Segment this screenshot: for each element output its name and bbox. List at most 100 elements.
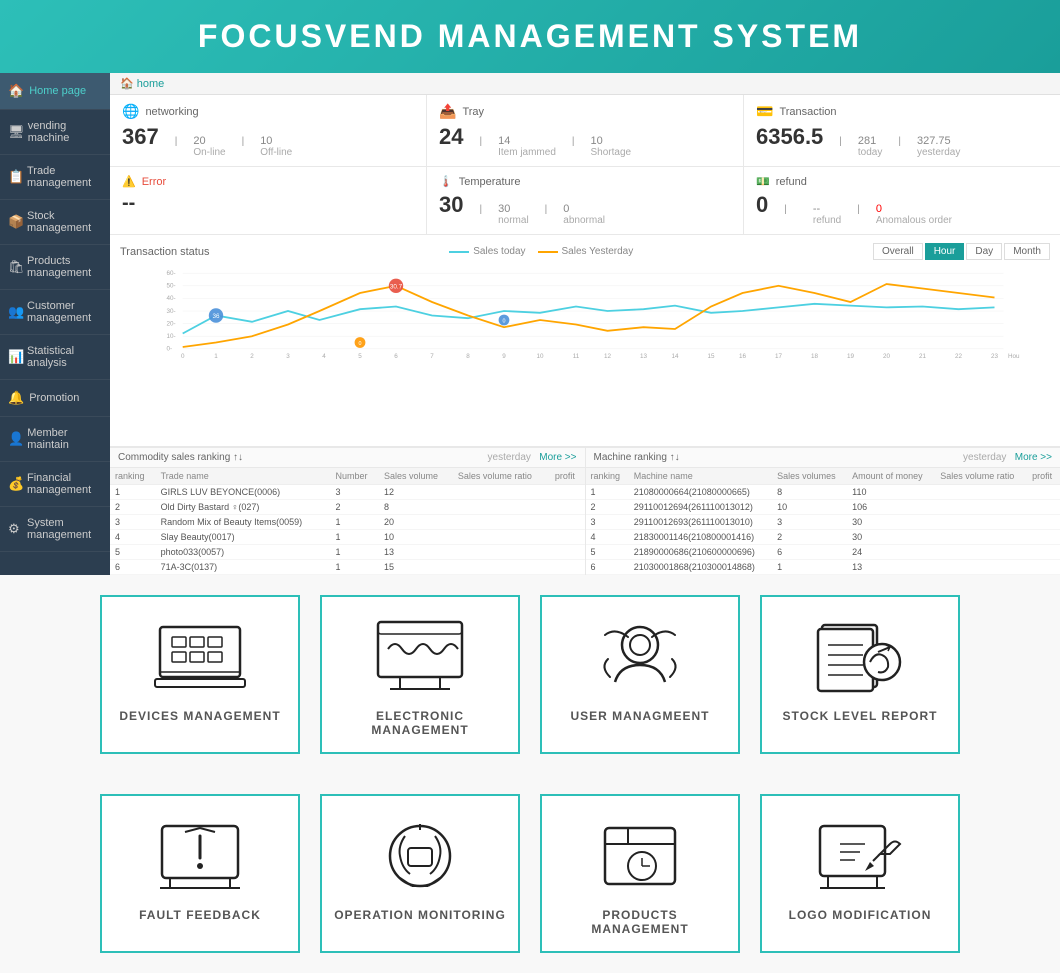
col-m-profit: profit [1027,468,1060,485]
col-m-ratio: Sales volume ratio [935,468,1027,485]
table-row: 121080000664(21080000665)8110 [586,485,1060,500]
sidebar-item-vending[interactable]: 🖥 vending machine [0,110,110,155]
sidebar-item-member[interactable]: 👤 Member maintain [0,417,110,462]
stat-refund-anomalous: Anomalous order [876,215,952,226]
card-stock-label: STOCK LEVEL REPORT [783,709,938,723]
dashboard: 🏠 home 🌐 networking 367 | 20 On-line [110,73,1060,575]
stat-temp-label: Temperature [459,176,521,188]
svg-text:20: 20 [883,353,891,360]
chart-buttons: Overall Hour Day Month [873,243,1050,260]
stat-temperature: 🌡️ Temperature 30 | 30 normal | 0 ab [427,167,744,234]
svg-text:10: 10 [536,353,544,360]
svg-text:40-: 40- [167,295,176,302]
sidebar-item-system[interactable]: ⚙ System management [0,507,110,552]
chart-btn-hour[interactable]: Hour [925,243,965,260]
table-row: 521890000686(210600000696)624 [586,545,1060,560]
sidebar-item-stock[interactable]: 📦 Stock management [0,200,110,245]
sidebar-item-trade[interactable]: 📋 Trade management [0,155,110,200]
svg-text:5: 5 [358,353,362,360]
card-operation[interactable]: OPERATION MONITORING [320,794,520,953]
svg-text:15: 15 [707,353,715,360]
card-logo[interactable]: LOGO MODIFICATION [760,794,960,953]
stat-transaction-label: Transaction [779,106,836,118]
transaction-chart: 60- 50- 40- 30- 20- 10- 0- [120,266,1050,356]
stat-transaction-main: 6356.5 [756,124,823,150]
card-stock[interactable]: STOCK LEVEL REPORT [760,595,960,754]
chart-area: Transaction status Sales today Sales Yes… [110,235,1060,447]
sidebar-item-home[interactable]: 🏠 Home page [0,73,110,110]
svg-text:3: 3 [286,353,290,360]
error-icon: ⚠️ [122,175,136,188]
stat-tray-sub1: 14 [498,135,556,147]
table-row: 671A-3C(0137)115 [110,560,585,575]
card-fault[interactable]: FAULT FEEDBACK [100,794,300,953]
app-header: FOCUSVEND MANAGEMENT SYSTEM [0,0,1060,73]
svg-text:21: 21 [919,353,927,360]
stat-temp-header: 🌡️ Temperature [439,175,731,188]
system-icon: ⚙ [8,521,22,537]
legend-label-yesterday: Sales Yesterday [562,246,634,257]
stat-temp-numbers: 30 | 30 normal | 0 abnormal [439,192,731,226]
stat-refund-label2: refund [813,215,841,226]
refund-icon: 💵 [756,175,770,188]
svg-text:2: 2 [250,353,254,360]
sidebar-label-home: Home page [29,85,86,97]
chart-btn-day[interactable]: Day [966,243,1002,260]
legend-label-today: Sales today [473,246,525,257]
table-row: 5photo033(0057)113 [110,545,585,560]
stock-icon: 📦 [8,214,22,230]
svg-text:36: 36 [212,313,220,320]
sidebar-item-products[interactable]: 🛍 Products management [0,245,110,290]
svg-text:60-: 60- [167,270,176,277]
tray-icon: 📤 [439,103,456,120]
sidebar-label-vending: vending machine [28,120,102,144]
sidebar-item-financial[interactable]: 💰 Financial management [0,462,110,507]
commodity-ranking-table: ranking Trade name Number Sales volume S… [110,468,585,575]
col-sales-ratio: Sales volume ratio [453,468,550,485]
main-layout: 🏠 Home page 🖥 vending machine 📋 Trade ma… [0,73,1060,575]
stat-temp-abnormal: 0 [563,203,605,215]
sidebar-item-customer[interactable]: 👥 Customer management [0,290,110,335]
svg-text:9: 9 [502,353,506,360]
card-products[interactable]: PRODUCTS MANAGEMENT [540,794,740,953]
col-m-ranking: ranking [586,468,629,485]
promotion-icon: 🔔 [8,390,24,406]
fault-feedback-icon [150,816,250,896]
stat-error-label: Error [142,176,166,188]
electronic-management-icon [370,617,470,697]
chart-title: Transaction status [120,246,209,258]
svg-text:14: 14 [671,353,679,360]
svg-text:11: 11 [573,353,580,360]
stat-refund: 💵 refund 0 | -- refund | 0 Anomalo [744,167,1060,234]
svg-text:23: 23 [991,353,999,360]
sidebar-item-promotion[interactable]: 🔔 Promotion [0,380,110,417]
products-icon: 🛍 [8,259,22,275]
table-row: 329110012693(261110013010)330 [586,515,1060,530]
chart-btn-month[interactable]: Month [1004,243,1050,260]
sidebar-item-statistical[interactable]: 📊 Statistical analysis [0,335,110,380]
card-devices-label: DEVICES MANAGEMENT [119,709,280,723]
card-electronic-label: ELECTRONIC MANAGEMENT [332,709,508,737]
table-row: 1GIRLS LUV BEYONCE(0006)312 [110,485,585,500]
chart-btn-overall[interactable]: Overall [873,243,923,260]
svg-text:16: 16 [739,353,747,360]
member-icon: 👤 [8,431,22,447]
stat-tray: 📤 Tray 24 | 14 Item jammed | 10 Shor [427,95,744,166]
machine-ranking: Machine ranking ↑↓ yesterday More >> ran… [586,448,1060,575]
sidebar-label-member: Member maintain [27,427,102,451]
col-sales-vol: Sales volume [379,468,453,485]
svg-text:10-: 10- [167,333,176,340]
stat-networking-sub2: 10 [260,135,292,147]
svg-text:19: 19 [847,353,855,360]
bottom-area: DEVICES MANAGEMENT ELECTRONIC MANAGEMENT [0,575,1060,973]
svg-text:4: 4 [322,353,326,360]
svg-text:0: 0 [181,353,185,360]
products-management-icon [590,816,690,896]
card-electronic[interactable]: ELECTRONIC MANAGEMENT [320,595,520,754]
stat-networking-numbers: 367 | 20 On-line | 10 Off-line [122,124,414,158]
table-row: 4Slay Beauty(0017)110 [110,530,585,545]
sidebar-label-stock: Stock management [27,210,102,234]
card-user[interactable]: USER MANAGMEENT [540,595,740,754]
card-devices[interactable]: DEVICES MANAGEMENT [100,595,300,754]
commodity-ranking-title: Commodity sales ranking ↑↓ [118,452,243,463]
